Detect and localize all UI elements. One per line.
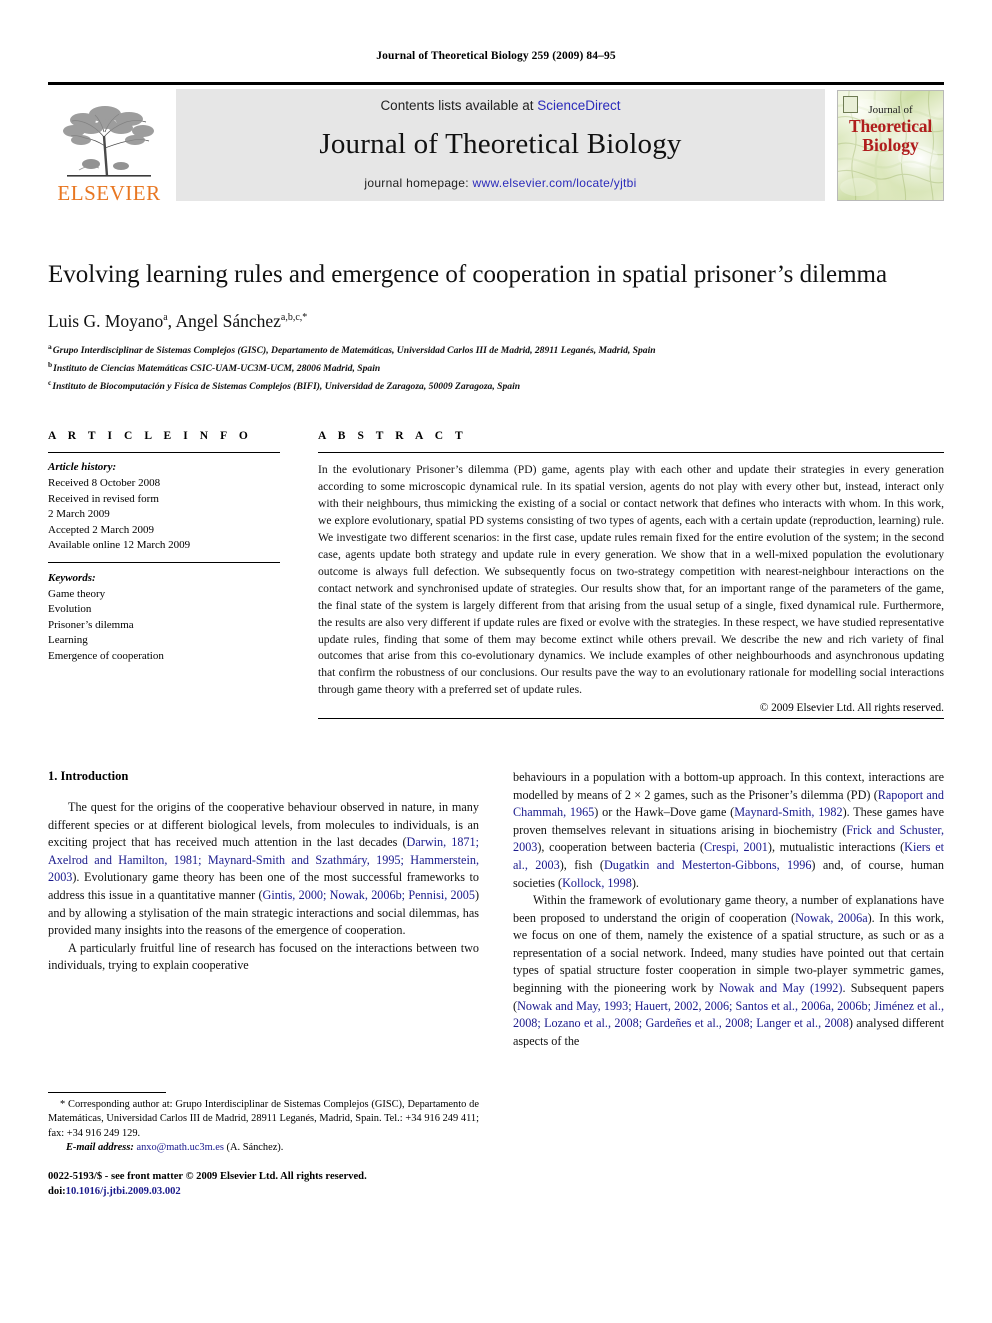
intro-paragraph-3: behaviours in a population with a bottom… <box>513 769 944 892</box>
issn-line: 0022-5193/$ - see front matter © 2009 El… <box>48 1170 367 1182</box>
keywords-group: Keywords: Game theory Evolution Prisoner… <box>48 561 280 665</box>
author-name-1: Luis G. Moyano <box>48 311 164 331</box>
citation-link[interactable]: Dugatkin and Mesterton-Gibbons, 1996 <box>604 858 811 872</box>
cover-line-biology: Biology <box>862 134 919 155</box>
citation-link[interactable]: Nowak and May (1992) <box>719 981 842 995</box>
sciencedirect-link[interactable]: ScienceDirect <box>537 98 620 113</box>
article-info-column: A R T I C L E I N F O Article history: R… <box>48 430 280 719</box>
keyword-item: Game theory <box>48 587 106 600</box>
issn-copyright-block: 0022-5193/$ - see front matter © 2009 El… <box>48 1170 479 1199</box>
abstract-text: In the evolutionary Prisoner’s dilemma (… <box>318 463 944 697</box>
abstract-label: A B S T R A C T <box>318 430 468 443</box>
affiliation-item: cInstituto de Biocomputación y Física de… <box>48 377 944 395</box>
article-history-item: Available online 12 March 2009 <box>48 539 191 552</box>
section-heading-introduction: 1. Introduction <box>48 769 129 784</box>
journal-title: Journal of Theoretical Biology <box>319 128 682 160</box>
author-2-affil-marker: a,b,c,* <box>280 312 308 324</box>
intro-p3-text-b: ) or the Hawk–Dove game ( <box>594 805 735 820</box>
doi-link[interactable]: 10.1016/j.jtbi.2009.03.002 <box>66 1186 181 1197</box>
intro-paragraph-2: A particularly fruitful line of research… <box>48 940 479 973</box>
running-head: Journal of Theoretical Biology 259 (2009… <box>376 50 616 62</box>
citation-link[interactable]: Nowak, 2006a <box>795 911 868 925</box>
email-owner-text: (A. Sánchez). <box>223 1142 284 1154</box>
article-info-and-abstract: A R T I C L E I N F O Article history: R… <box>48 430 944 720</box>
abstract-copyright: © 2009 Elsevier Ltd. All rights reserved… <box>759 702 944 715</box>
intro-paragraph-4: Within the framework of evolutionary gam… <box>513 892 944 1050</box>
corresponding-author-footnote: * Corresponding author at: Grupo Interdi… <box>48 1098 479 1139</box>
article-history-item: Received in revised form <box>48 492 159 505</box>
abstract-bottom-divider <box>318 718 944 720</box>
cover-title-text: Journal of Theoretical Biology <box>838 104 943 155</box>
email-footnote: E-mail address: anxo@math.uc3m.es (A. Sá… <box>48 1141 479 1156</box>
keyword-item: Learning <box>48 634 88 647</box>
affiliation-item: bInstituto de Ciencias Matemáticas CSIC-… <box>48 359 944 377</box>
affiliation-text: Instituto de Biocomputación y Física de … <box>52 380 521 392</box>
intro-paragraph-1: The quest for the origins of the coopera… <box>48 799 479 940</box>
keywords-heading: Keywords: <box>48 571 96 584</box>
citation-link[interactable]: Kollock, 1998 <box>562 876 632 890</box>
doi-label: doi: <box>48 1185 66 1197</box>
article-history-item: 2 March 2009 <box>48 508 110 521</box>
article-history-item: Received 8 October 2008 <box>48 476 161 489</box>
title-block: Evolving learning rules and emergence of… <box>48 259 944 394</box>
page-title: Evolving learning rules and emergence of… <box>48 261 888 288</box>
body-columns: 1. Introduction The quest for the origin… <box>48 769 944 1199</box>
article-history-group: Article history: Received 8 October 2008… <box>48 453 280 554</box>
journal-homepage-line: journal homepage: www.elsevier.com/locat… <box>364 176 636 190</box>
citation-link[interactable]: Gintis, 2000; Nowak, 2006b; Pennisi, 200… <box>263 888 475 902</box>
keyword-item: Emergence of cooperation <box>48 650 164 662</box>
elsevier-logo: ELSEVIER <box>48 85 170 207</box>
intro-p3-text-h: ). <box>631 875 639 890</box>
intro-p3-text-d: ), cooperation between bacteria ( <box>537 840 704 855</box>
journal-homepage-link[interactable]: www.elsevier.com/locate/yjtbi <box>473 176 637 190</box>
footnotes-block: * Corresponding author at: Grupo Interdi… <box>48 1091 479 1199</box>
affiliation-text: Instituto de Ciencias Matemáticas CSIC-U… <box>53 362 381 374</box>
article-history-heading: Article history: <box>48 461 117 474</box>
author-list: Luis G. Moyanoa, Angel Sáncheza,b,c,* <box>48 311 944 332</box>
keyword-item: Prisoner’s dilemma <box>48 618 134 631</box>
article-page: Journal of Theoretical Biology 259 (2009… <box>0 0 992 1323</box>
citation-link[interactable]: Crespi, 2001 <box>704 840 768 854</box>
journal-masthead: ELSEVIER Contents lists available at Sci… <box>48 82 944 207</box>
homepage-prefix-text: journal homepage: <box>364 176 473 190</box>
affiliation-text: Grupo Interdisciplinar de Sistemas Compl… <box>52 345 656 357</box>
article-info-label: A R T I C L E I N F O <box>48 430 253 443</box>
journal-cover-thumbnail: Journal of Theoretical Biology <box>837 90 944 201</box>
body-column-right: behaviours in a population with a bottom… <box>513 769 944 1199</box>
masthead-center: Contents lists available at ScienceDirec… <box>176 89 825 201</box>
elsevier-wordmark: ELSEVIER <box>57 181 161 205</box>
intro-p3-text-f: ), fish ( <box>559 858 604 873</box>
intro-p3-text-e: ), mutualistic interactions ( <box>767 840 905 855</box>
author-name-2: Angel Sánchez <box>175 311 281 331</box>
article-history-item: Accepted 2 March 2009 <box>48 523 154 536</box>
cover-line-theoretical: Theoretical <box>848 115 932 136</box>
email-link[interactable]: anxo@math.uc3m.es <box>136 1142 223 1153</box>
contents-prefix-text: Contents lists available at <box>380 98 538 113</box>
body-column-left: 1. Introduction The quest for the origin… <box>48 769 479 1199</box>
footnote-divider <box>48 1091 166 1093</box>
citation-link[interactable]: Maynard-Smith, 1982 <box>734 805 842 819</box>
affiliations-list: aGrupo Interdisciplinar de Sistemas Comp… <box>48 341 944 394</box>
affiliation-item: aGrupo Interdisciplinar de Sistemas Comp… <box>48 341 944 359</box>
doi-line: doi:10.1016/j.jtbi.2009.03.002 <box>48 1185 479 1200</box>
abstract-column: A B S T R A C T In the evolutionary Pris… <box>318 430 944 720</box>
elsevier-tree-icon <box>63 106 154 177</box>
contents-available-line: Contents lists available at ScienceDirec… <box>380 98 620 113</box>
email-label: E-mail address: <box>66 1142 134 1154</box>
keyword-item: Evolution <box>48 603 92 616</box>
